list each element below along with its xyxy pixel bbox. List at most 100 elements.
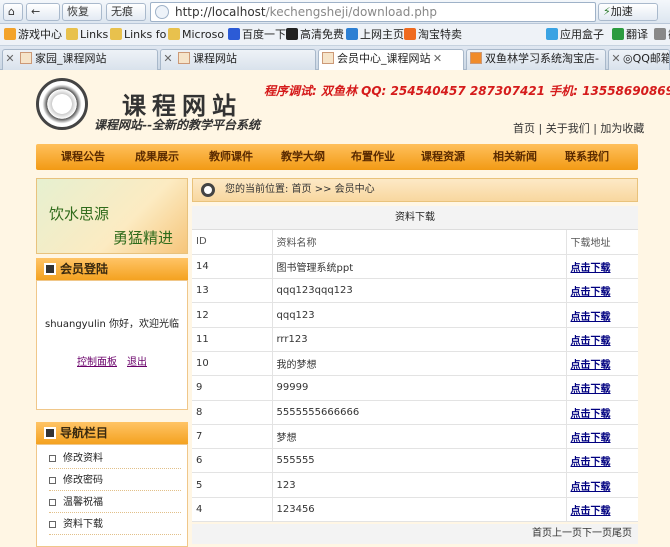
table-row: 9 99999 点击下载 [192,375,638,401]
menu-resources[interactable]: 课程资源 [408,144,478,170]
menu-courseware[interactable]: 教师课件 [196,144,266,170]
home-icon[interactable]: ⌂ [3,3,23,21]
download-link[interactable]: 点击下载 [571,409,611,420]
download-link[interactable]: 点击下载 [571,287,611,298]
table-row: 8 5555555666666 点击下载 [192,400,638,425]
menu-results[interactable]: 成果展示 [122,144,192,170]
fav-item[interactable]: Links fo [110,27,166,43]
favorites-bar: 游戏中心 Links Links fo Microso 百度一下 高清免费 上网… [0,24,670,46]
bullet-icon [49,455,56,462]
back-icon[interactable]: ← [26,3,60,21]
col-id: ID [192,230,272,255]
col-link: 下载地址 [565,230,638,255]
fav-item[interactable]: Microso [168,27,224,43]
panel-icon [44,427,56,439]
page-icon [178,52,190,64]
web-icon [346,28,358,40]
table-row: 13 qqq123qqq123 点击下载 [192,278,638,304]
tab[interactable]: ✕ ◎QQ邮箱 [608,49,670,70]
address-bar: ⌂ ← 恢复 无痕 http://localhost/kechengsheji/… [0,0,670,24]
fav-item[interactable]: 游戏中心 [4,27,62,43]
url-input[interactable]: http://localhost/kechengsheji/download.p… [150,2,596,22]
screenshot-icon [654,28,666,40]
speed-button[interactable]: ⚡加速 [598,3,658,21]
folder-icon [168,28,180,40]
site-subtitle: 课程网站--全新的教学平台系统 [94,118,260,132]
fav-item[interactable]: 截 [654,27,670,43]
logout-link[interactable]: 退出 [127,357,147,368]
fav-item[interactable]: Links [66,27,108,43]
menu-contact[interactable]: 联系我们 [552,144,622,170]
tab[interactable]: ✕ 课程网站 [160,49,316,70]
page-icon [322,52,334,64]
fav-item[interactable]: 高清免费 [286,27,344,43]
nav-panel: 修改资料 修改密码 温馨祝福 资料下载 [36,444,188,547]
download-link[interactable]: 点击下载 [571,384,611,395]
control-panel-link[interactable]: 控制面板 [77,357,117,368]
close-icon[interactable]: ✕ [3,50,17,68]
store-icon [470,52,482,64]
download-link[interactable]: 点击下载 [571,506,611,517]
translate-icon [612,28,624,40]
nav-panel-title: 导航栏目 [36,422,188,444]
nav-edit-profile[interactable]: 修改资料 [49,449,181,469]
table-row: 10 我的梦想 点击下载 [192,351,638,377]
login-panel-title: 会员登陆 [36,258,188,280]
login-panel: shuangyulin 你好，欢迎光临 控制面板 退出 [36,280,188,410]
nav-change-password[interactable]: 修改密码 [49,471,181,491]
download-link[interactable]: 点击下载 [571,433,611,444]
close-icon[interactable]: ✕ [431,50,445,68]
menu-news[interactable]: 相关新闻 [480,144,550,170]
table-row: 11 rrr123 点击下载 [192,327,638,352]
taobao-icon [404,28,416,40]
restore-button[interactable]: 恢复 [62,3,102,21]
close-icon[interactable]: ✕ [161,50,175,68]
tab[interactable]: ✕ 家园_课程网站 [2,49,158,70]
download-link[interactable]: 点击下载 [571,360,611,371]
main-content: 您的当前位置: 首页 >> 会员中心 资料下载 ID 资料名称 下载地址 14 图… [192,178,638,547]
link-home[interactable]: 首页 [513,122,535,135]
link-about[interactable]: 关于我们 [546,122,590,135]
nav-greetings[interactable]: 温馨祝福 [49,493,181,513]
bullet-icon [49,521,56,528]
table-row: 14 图书管理系统ppt 点击下载 [192,254,638,280]
app-box-icon [546,28,558,40]
menu-announcements[interactable]: 课程公告 [48,144,118,170]
menu-syllabus[interactable]: 教学大纲 [268,144,338,170]
download-link[interactable]: 点击下载 [571,263,611,274]
video-icon [286,28,298,40]
breadcrumb: 您的当前位置: 首页 >> 会员中心 [192,178,638,202]
lightning-icon: ⚡ [603,5,611,18]
incognito-button[interactable]: 无痕 [106,3,146,21]
download-link[interactable]: 点击下载 [571,336,611,347]
fav-item[interactable]: 上网主页 [346,27,404,43]
fav-item[interactable]: 百度一下 [228,27,286,43]
tab-bar: ✕ 家园_课程网站 ✕ 课程网站 会员中心_课程网站 ✕ 双鱼林学习系统淘宝店- ✕ ◎… [0,46,670,70]
panel-icon [44,263,56,275]
col-name: 资料名称 [271,230,566,255]
table-row: 6 555555 点击下载 [192,448,638,474]
fav-item[interactable]: 淘宝特卖 [404,27,462,43]
url-host: http://localhost [175,5,266,19]
download-link[interactable]: 点击下载 [571,457,611,468]
link-favorite[interactable]: 加为收藏 [600,122,644,135]
site-header: 课程网站 课程网站--全新的教学平台系统 程序调试: 双鱼林 QQ: 25454… [32,70,670,142]
table-header-row: ID 资料名称 下载地址 [192,230,638,255]
close-icon[interactable]: ✕ [609,50,623,68]
top-links: 首页 | 关于我们 | 加为收藏 [513,122,645,135]
fav-item[interactable]: 应用盒子 [546,27,604,43]
table-title: 资料下载 [192,206,638,230]
pagination[interactable]: 首页上一页下一页尾页 [192,524,638,544]
url-path: /kechengsheji/download.php [265,5,438,19]
logo-seal-icon [36,78,88,130]
left-sidebar: 饮水思源 勇猛精进 会员登陆 shuangyulin 你好，欢迎光临 控制面板退… [36,178,188,547]
download-link[interactable]: 点击下载 [571,482,611,493]
site-page: 课程网站 课程网站--全新的教学平台系统 程序调试: 双鱼林 QQ: 25454… [0,70,670,547]
folder-icon [66,28,78,40]
tab-active[interactable]: 会员中心_课程网站 ✕ [318,49,464,70]
menu-homework[interactable]: 布置作业 [338,144,408,170]
nav-downloads[interactable]: 资料下载 [49,515,181,535]
download-link[interactable]: 点击下载 [571,312,611,323]
fav-item[interactable]: 翻译 [612,27,648,43]
tab[interactable]: 双鱼林学习系统淘宝店- [466,49,606,70]
